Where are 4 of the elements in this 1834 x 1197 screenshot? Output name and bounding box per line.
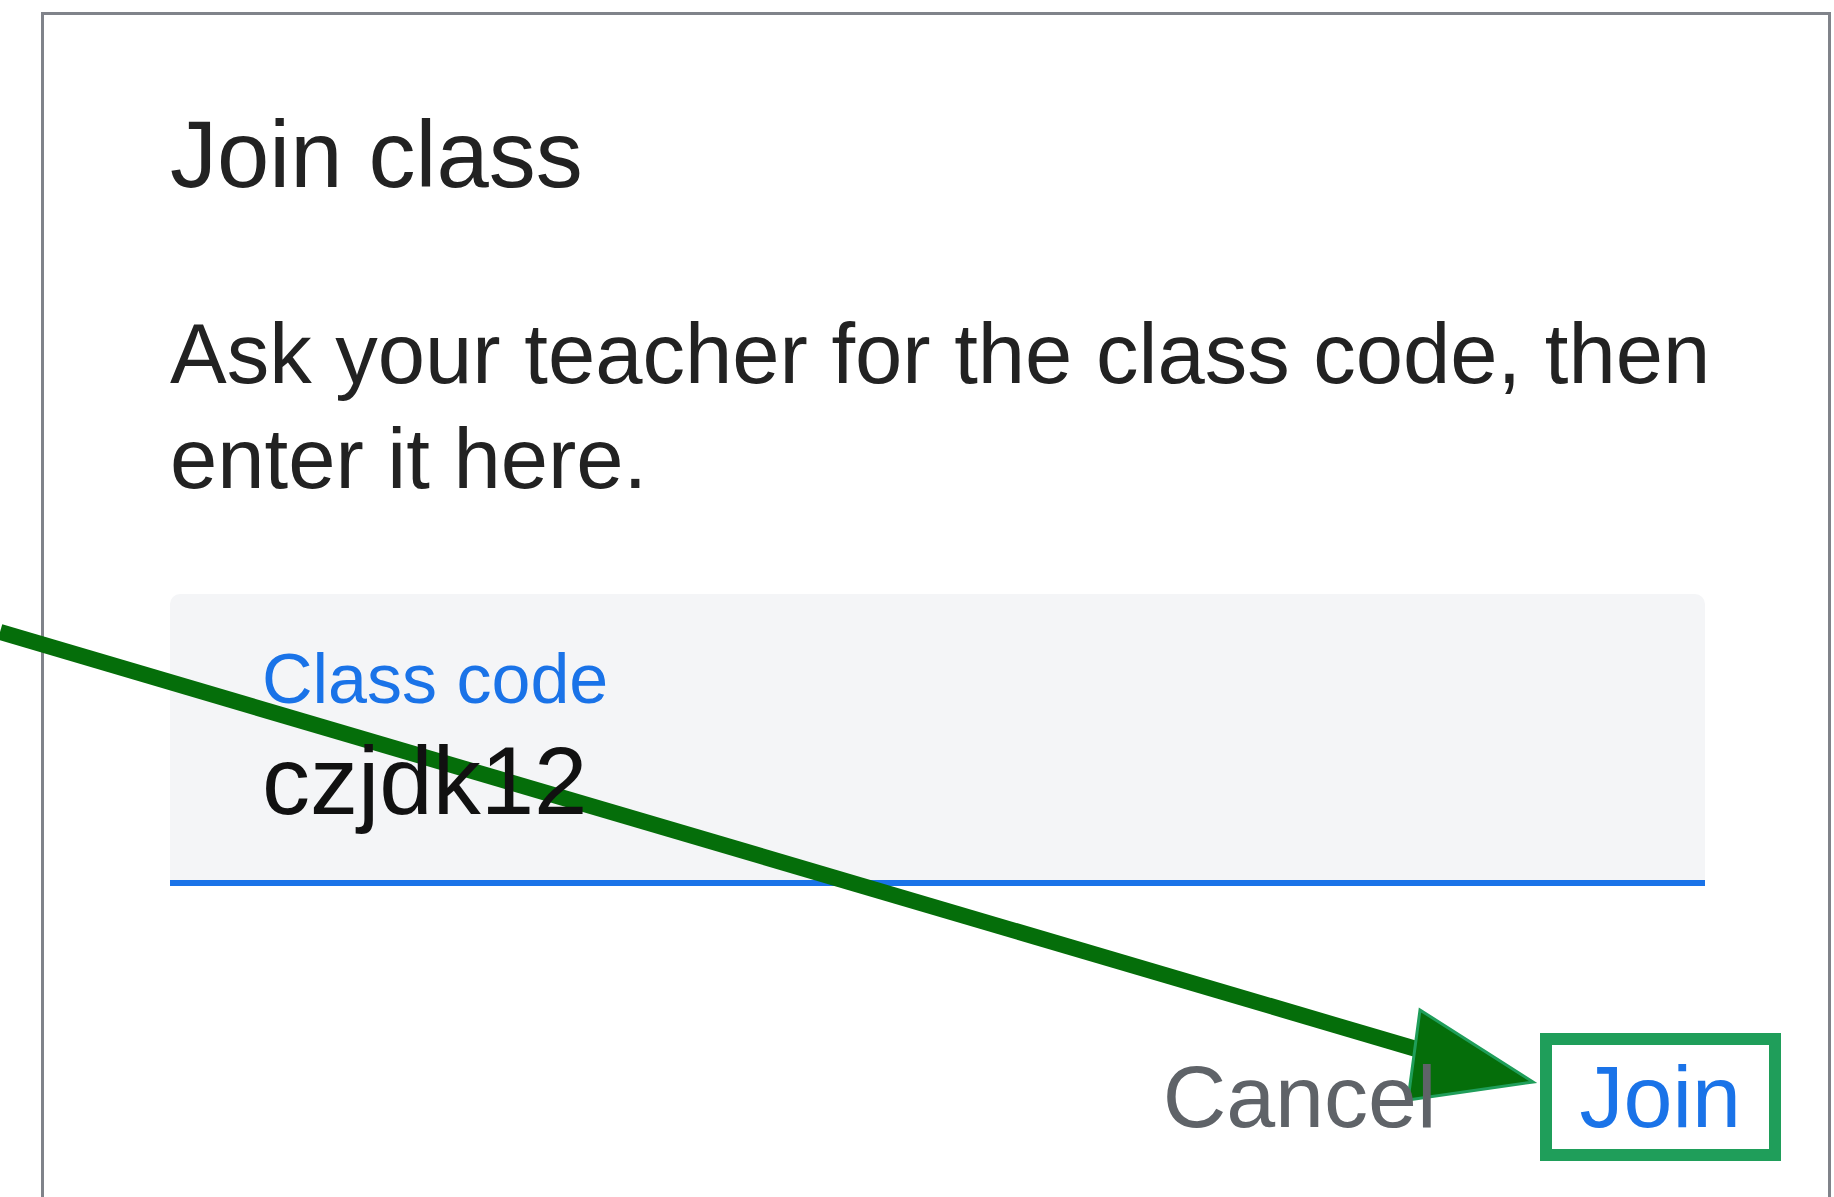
join-button[interactable]: Join [1539, 1033, 1781, 1161]
cancel-button[interactable]: Cancel [1122, 1033, 1477, 1161]
dialog-title: Join class [170, 101, 584, 209]
dialog-message: Ask your teacher for the class code, then enter it here. [170, 305, 1712, 508]
